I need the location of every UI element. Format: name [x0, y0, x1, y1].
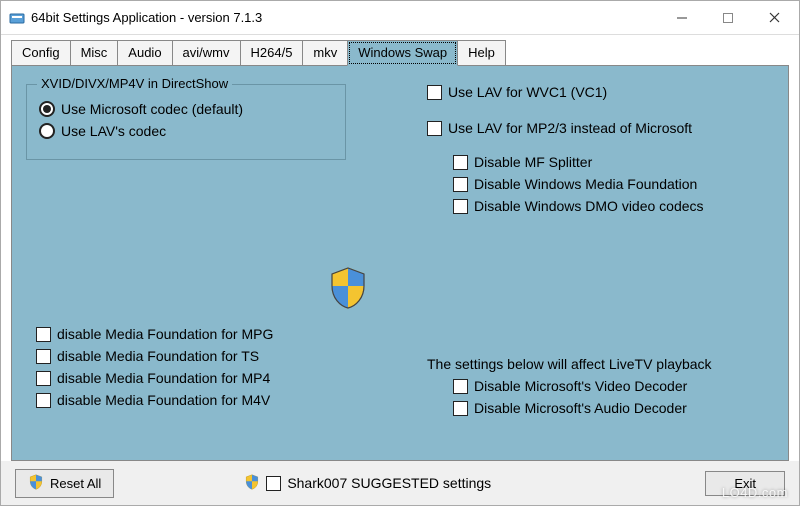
shield-icon	[326, 266, 370, 313]
checkbox-label: Disable Microsoft's Video Decoder	[474, 378, 687, 394]
shield-icon	[28, 474, 44, 493]
radio-label: Use Microsoft codec (default)	[61, 101, 243, 117]
checkbox-label: disable Media Foundation for MP4	[57, 370, 270, 386]
button-label: Reset All	[50, 476, 101, 491]
reset-all-button[interactable]: Reset All	[15, 469, 114, 498]
tab-windows-swap[interactable]: Windows Swap	[347, 40, 458, 66]
checkbox-disable-mf-m4v[interactable]: disable Media Foundation for M4V	[36, 392, 273, 408]
checkbox-icon	[36, 393, 51, 408]
radio-icon	[39, 101, 55, 117]
checkbox-suggested-settings[interactable]: Shark007 SUGGESTED settings	[266, 475, 491, 491]
checkbox-label: disable Media Foundation for MPG	[57, 326, 273, 342]
tab-content: XVID/DIVX/MP4V in DirectShow Use Microso…	[11, 65, 789, 461]
radio-use-lav-codec[interactable]: Use LAV's codec	[39, 123, 333, 139]
footer: Reset All Shark007 SUGGESTED settings Ex…	[1, 461, 799, 505]
groupbox-legend: XVID/DIVX/MP4V in DirectShow	[37, 76, 232, 91]
right-column: Use LAV for WVC1 (VC1) Use LAV for MP2/3…	[427, 78, 787, 220]
checkbox-icon	[266, 476, 281, 491]
app-window: 64bit Settings Application - version 7.1…	[0, 0, 800, 506]
checkbox-label: disable Media Foundation for TS	[57, 348, 259, 364]
checkbox-icon	[453, 401, 468, 416]
checkbox-label: Shark007 SUGGESTED settings	[287, 475, 491, 491]
checkbox-disable-mf-splitter[interactable]: Disable MF Splitter	[453, 154, 787, 170]
checkbox-icon	[453, 177, 468, 192]
maximize-button[interactable]	[705, 2, 751, 34]
checkbox-label: disable Media Foundation for M4V	[57, 392, 270, 408]
right-lower-column: The settings below will affect LiveTV pl…	[427, 356, 787, 422]
minimize-button[interactable]	[659, 2, 705, 34]
checkbox-disable-mf-ts[interactable]: disable Media Foundation for TS	[36, 348, 273, 364]
checkbox-disable-ms-audio-decoder[interactable]: Disable Microsoft's Audio Decoder	[453, 400, 787, 416]
checkbox-icon	[36, 349, 51, 364]
checkbox-label: Disable Microsoft's Audio Decoder	[474, 400, 687, 416]
checkbox-label: Disable Windows DMO video codecs	[474, 198, 704, 214]
shield-icon	[244, 474, 260, 493]
window-title: 64bit Settings Application - version 7.1…	[31, 10, 659, 25]
radio-icon	[39, 123, 55, 139]
checkbox-icon	[36, 327, 51, 342]
checkbox-icon	[453, 199, 468, 214]
checkbox-disable-ms-video-decoder[interactable]: Disable Microsoft's Video Decoder	[453, 378, 787, 394]
checkbox-label: Disable MF Splitter	[474, 154, 592, 170]
close-button[interactable]	[751, 2, 797, 34]
radio-use-microsoft-codec[interactable]: Use Microsoft codec (default)	[39, 101, 333, 117]
tab-audio[interactable]: Audio	[117, 40, 172, 66]
tabbar: Config Misc Audio avi/wmv H264/5 mkv Win…	[1, 35, 799, 65]
livetv-caption: The settings below will affect LiveTV pl…	[427, 356, 787, 372]
window-controls	[659, 2, 797, 34]
checkbox-label: Use LAV for MP2/3 instead of Microsoft	[448, 120, 692, 136]
checkbox-disable-mf-mpg[interactable]: disable Media Foundation for MPG	[36, 326, 273, 342]
checkbox-icon	[453, 155, 468, 170]
app-icon	[9, 10, 25, 26]
checkbox-icon	[36, 371, 51, 386]
radio-label: Use LAV's codec	[61, 123, 166, 139]
checkbox-icon	[427, 121, 442, 136]
tab-config[interactable]: Config	[11, 40, 71, 66]
tab-mkv[interactable]: mkv	[302, 40, 348, 66]
titlebar: 64bit Settings Application - version 7.1…	[1, 1, 799, 35]
left-lower-column: disable Media Foundation for MPG disable…	[36, 320, 273, 414]
checkbox-label: Use LAV for WVC1 (VC1)	[448, 84, 607, 100]
watermark: LO4D.com	[722, 485, 788, 500]
checkbox-disable-wmf[interactable]: Disable Windows Media Foundation	[453, 176, 787, 192]
tab-h264-5[interactable]: H264/5	[240, 40, 304, 66]
checkbox-icon	[427, 85, 442, 100]
checkbox-label: Disable Windows Media Foundation	[474, 176, 697, 192]
tab-avi-wmv[interactable]: avi/wmv	[172, 40, 241, 66]
tab-misc[interactable]: Misc	[70, 40, 119, 66]
checkbox-disable-mf-mp4[interactable]: disable Media Foundation for MP4	[36, 370, 273, 386]
tab-help[interactable]: Help	[457, 40, 506, 66]
checkbox-disable-dmo[interactable]: Disable Windows DMO video codecs	[453, 198, 787, 214]
suggested-settings-group: Shark007 SUGGESTED settings	[244, 474, 491, 493]
checkbox-use-lav-mp23[interactable]: Use LAV for MP2/3 instead of Microsoft	[427, 120, 787, 136]
groupbox-xvid-divx-mp4v: XVID/DIVX/MP4V in DirectShow Use Microso…	[26, 84, 346, 160]
checkbox-icon	[453, 379, 468, 394]
checkbox-use-lav-wvc1[interactable]: Use LAV for WVC1 (VC1)	[427, 84, 787, 100]
